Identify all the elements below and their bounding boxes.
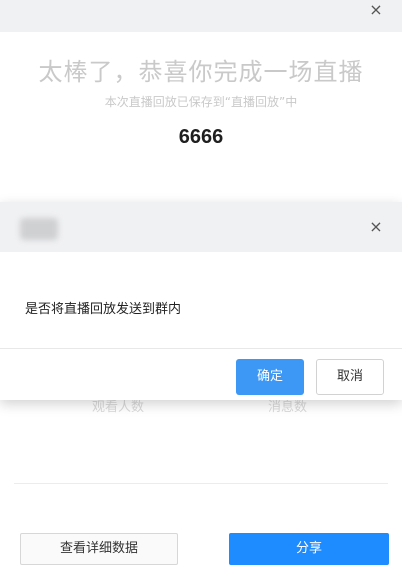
replay-saved-notice: 本次直播回放已保存到“直播回放”中 bbox=[104, 95, 298, 109]
footer-divider bbox=[0, 348, 402, 349]
blurred-title bbox=[20, 218, 58, 240]
live-stat-value: 6666 bbox=[178, 126, 224, 148]
confirm-ok-button[interactable]: 确定 bbox=[236, 359, 304, 395]
close-icon[interactable]: × bbox=[368, 2, 384, 18]
confirm-message: 是否将直播回放发送到群内 bbox=[25, 302, 182, 317]
divider bbox=[14, 483, 388, 484]
confirm-header: × bbox=[0, 202, 402, 252]
congrats-headline: 太棒了，恭喜你完成一场直播 bbox=[38, 58, 364, 86]
send-replay-confirm-dialog: × 是否将直播回放发送到群内 确定 取消 bbox=[0, 202, 402, 400]
share-button[interactable]: 分享 bbox=[229, 533, 389, 565]
view-details-button[interactable]: 查看详细数据 bbox=[20, 533, 178, 565]
close-icon[interactable]: × bbox=[368, 219, 384, 235]
confirm-cancel-button[interactable]: 取消 bbox=[316, 359, 384, 395]
summary-titlebar: × bbox=[0, 0, 402, 32]
